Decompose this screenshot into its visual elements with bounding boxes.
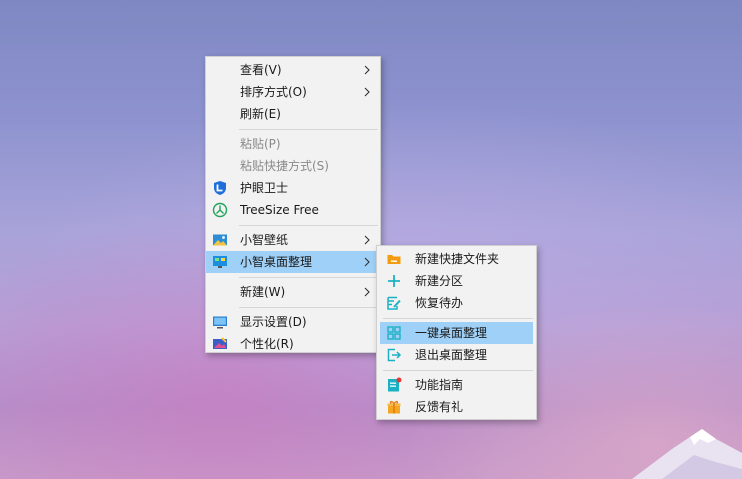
personalize-icon [213, 337, 227, 349]
submenu-item-restore-todo[interactable]: 恢复待办 [380, 292, 533, 314]
snow-mountain-decoration [632, 429, 742, 479]
grid-icon [387, 326, 401, 340]
menu-item-view[interactable]: 查看(V) [206, 59, 380, 81]
wallpaper-icon [213, 234, 227, 246]
plus-icon [388, 275, 400, 287]
submenu-item-exit-organize[interactable]: 退出桌面整理 [380, 344, 533, 366]
submenu-item-feature-guide[interactable]: 功能指南 [380, 374, 533, 396]
menu-separator [383, 318, 533, 319]
monitor-icon [213, 316, 227, 329]
menu-item-sort-by[interactable]: 排序方式(O) [206, 81, 380, 103]
new-folder-icon [387, 255, 401, 264]
menu-item-personalize[interactable]: 个性化(R) [206, 333, 380, 355]
menu-item-treesize[interactable]: TreeSize Free [206, 199, 380, 221]
menu-item-xiaozhi-wallpaper[interactable]: 小智壁纸 [206, 229, 380, 251]
menu-separator [383, 370, 533, 371]
exit-icon [387, 348, 402, 362]
menu-item-display-settings[interactable]: 显示设置(D) [206, 311, 380, 333]
menu-item-eye-guard[interactable]: 护眼卫士 [206, 177, 380, 199]
chevron-right-icon [364, 235, 370, 245]
submenu-item-new-shortcut-folder[interactable]: 新建快捷文件夹 [380, 248, 533, 270]
menu-item-xiaozhi-desktop-organizer[interactable]: 小智桌面整理 [206, 251, 380, 273]
menu-item-paste-shortcut[interactable]: 粘贴快捷方式(S) [206, 155, 380, 177]
submenu-item-new-partition[interactable]: 新建分区 [380, 270, 533, 292]
desktop-organizer-icon [213, 256, 227, 268]
chevron-right-icon [364, 257, 370, 267]
chevron-right-icon [364, 87, 370, 97]
menu-separator [239, 129, 378, 130]
gift-icon [387, 400, 401, 414]
submenu-item-one-click-organize[interactable]: 一键桌面整理 [380, 322, 533, 344]
chevron-right-icon [364, 287, 370, 297]
desktop-organizer-submenu: 新建快捷文件夹 新建分区 恢复待办 一键桌面整理 退出桌面整理 功能指南 反馈有… [376, 245, 537, 420]
todo-edit-icon [387, 296, 401, 310]
menu-separator [239, 277, 378, 278]
submenu-item-feedback-gift[interactable]: 反馈有礼 [380, 396, 533, 418]
guide-book-icon [388, 377, 402, 392]
menu-item-new[interactable]: 新建(W) [206, 281, 380, 303]
treesize-icon [212, 202, 228, 218]
menu-separator [239, 225, 378, 226]
menu-separator [239, 307, 378, 308]
menu-item-paste[interactable]: 粘贴(P) [206, 133, 380, 155]
eye-guard-shield-icon [214, 181, 226, 195]
desktop-context-menu: 查看(V) 排序方式(O) 刷新(E) 粘贴(P) 粘贴快捷方式(S) 护眼卫士… [205, 56, 381, 353]
menu-item-refresh[interactable]: 刷新(E) [206, 103, 380, 125]
chevron-right-icon [364, 65, 370, 75]
